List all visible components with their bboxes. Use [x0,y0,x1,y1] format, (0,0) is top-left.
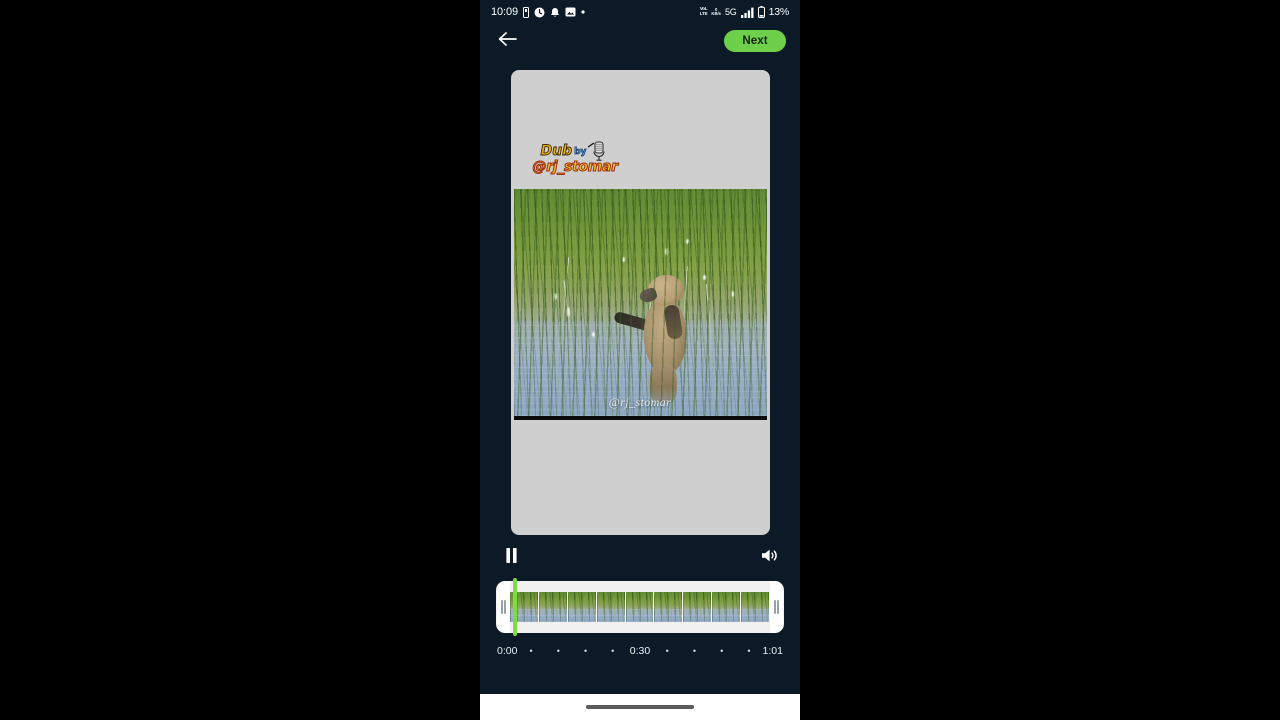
pause-icon [505,548,518,568]
ruler-dot: • [556,646,560,656]
status-clock: 10:09 [491,6,519,18]
play-pause-button[interactable] [499,546,523,570]
clock-icon [534,7,545,18]
ruler-dot: • [665,646,669,656]
gallery-icon [565,7,576,17]
status-bar-left: 10:09 [491,6,585,18]
thumbnail-item[interactable] [654,592,684,622]
bell-icon [550,7,560,18]
home-gesture-pill[interactable] [586,705,694,709]
ruler-dot: • [692,646,697,656]
dub-watermark-sticker[interactable]: Dub by @rj_stomar [532,141,619,184]
system-gesture-bar [480,694,800,720]
video-clip[interactable]: @rj_stomar [513,189,767,420]
ruler-dot: • [611,646,615,656]
ruler-label-middle: 0:30 [629,645,651,657]
video-preview-canvas[interactable]: @rj_stomar Dub by @rj_stomar [510,70,770,535]
clip-watermark: @rj_stomar [608,395,672,409]
timeline-playhead[interactable] [513,578,518,636]
signal-bars-icon [740,7,754,18]
volte-icon: VoL LTE [699,6,708,16]
grip-lines-right [774,600,779,614]
ruler-label-start: 0:00 [497,645,518,657]
preview-area: @rj_stomar Dub by @rj_stomar [480,58,800,535]
thumbnail-item[interactable] [683,592,713,622]
timeline-section [480,578,800,636]
video-frame-image [513,189,767,416]
dub-sticker-line-1: Dub by [540,143,587,159]
thumbnail-item[interactable] [538,592,568,622]
timeline-track[interactable] [496,578,784,636]
thumbnail-item[interactable] [596,592,626,622]
trim-handle-left-icon[interactable] [497,581,510,633]
player-controls [480,535,800,581]
ruler-dot: • [720,646,724,656]
data-rate-icon: 0 KB/s [711,6,721,16]
timeline-ruler: 0:00 • • • • 0:30 • • • • 1:01 [480,633,800,657]
status-bar-right: VoL LTE 0 KB/s 5G 13% [700,6,789,18]
thumbnail-item[interactable] [625,592,655,622]
ruler-label-end: 1:01 [762,645,783,657]
thumbnail-item[interactable] [567,592,597,622]
network-type-label: 5G [724,7,737,17]
phone-viewport: 10:09 VoL LTE 0 KB/s 5G 13% Next @rj_sto… [480,0,800,720]
ruler-dot: • [583,646,588,656]
screen-root: 10:09 VoL LTE 0 KB/s 5G 13% Next @rj_sto… [0,0,1280,720]
status-bar: 10:09 VoL LTE 0 KB/s 5G 13% [480,0,800,24]
thumbnail-item[interactable] [712,592,742,622]
back-button[interactable] [494,28,520,54]
ruler-dot: • [529,646,533,656]
grip-lines-left [501,600,506,614]
battery-percent-label: 13% [768,6,790,18]
timeline-thumbnails[interactable] [510,581,770,633]
volume-on-icon [761,548,778,568]
dot-indicator-icon [581,10,585,14]
trim-handle-right-icon[interactable] [770,581,783,633]
volume-button[interactable] [757,546,781,570]
thumbnail-item[interactable] [741,592,770,622]
battery-icon [757,6,765,18]
ruler-dot: • [747,646,751,656]
sim-card-icon [523,6,530,18]
dub-sticker-handle: @rj_stomar [532,159,619,176]
top-navigation-bar: Next [480,24,800,58]
dub-word-label: Dub [540,143,573,159]
arrow-left-icon [498,31,517,52]
next-button[interactable]: Next [724,30,786,52]
